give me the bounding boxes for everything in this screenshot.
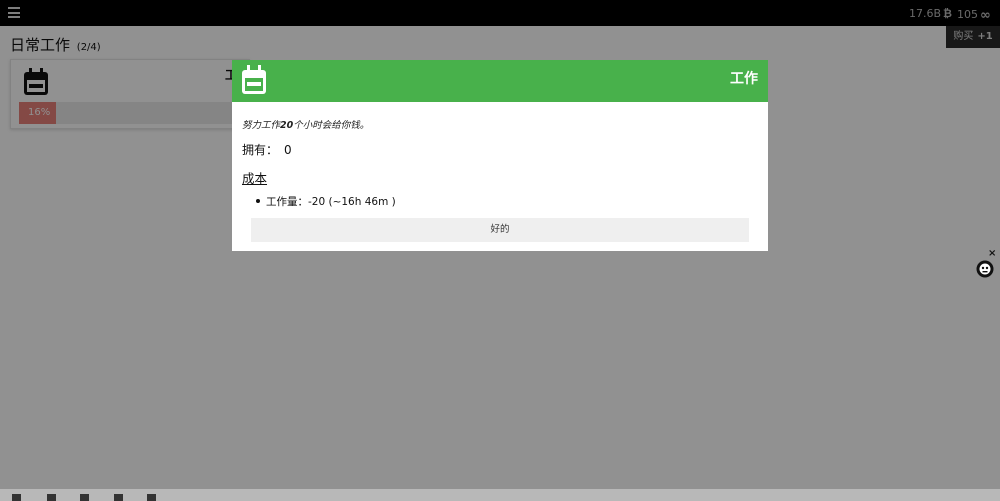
nav-icon-4[interactable] bbox=[114, 494, 123, 501]
nav-icon-3[interactable] bbox=[80, 494, 89, 501]
nav-icon-2[interactable] bbox=[47, 494, 56, 501]
nav-icon-5[interactable] bbox=[147, 494, 156, 501]
bottom-nav bbox=[0, 489, 1000, 501]
desc-prefix: 努力工作 bbox=[242, 120, 281, 131]
modal-title: 工作 bbox=[730, 71, 758, 87]
desc-hours: 20 bbox=[280, 120, 294, 131]
close-icon[interactable]: × bbox=[988, 248, 996, 259]
nav-icon-1[interactable] bbox=[12, 494, 21, 501]
ok-button[interactable]: 好的 bbox=[251, 218, 749, 242]
cost-item: 工作量：-20 (~16h 46m ) bbox=[256, 194, 396, 209]
job-modal: 工作 努力工作20个小时会给你钱。 拥有： 0 成本 工作量：-20 (~16h … bbox=[232, 60, 768, 251]
bullet-icon bbox=[256, 199, 260, 203]
modal-header: 工作 bbox=[232, 60, 768, 102]
owned-row: 拥有： 0 bbox=[242, 141, 292, 158]
owned-label: 拥有： bbox=[242, 143, 279, 157]
desc-suffix: 个小时会给你钱。 bbox=[293, 120, 370, 131]
cost-heading: 成本 bbox=[242, 171, 268, 186]
robot-icon[interactable] bbox=[976, 260, 994, 278]
calendar-icon bbox=[242, 65, 266, 94]
owned-value: 0 bbox=[284, 143, 292, 157]
modal-description: 努力工作20个小时会给你钱。 bbox=[242, 117, 369, 131]
cost-item-text: 工作量：-20 (~16h 46m ) bbox=[266, 196, 396, 208]
